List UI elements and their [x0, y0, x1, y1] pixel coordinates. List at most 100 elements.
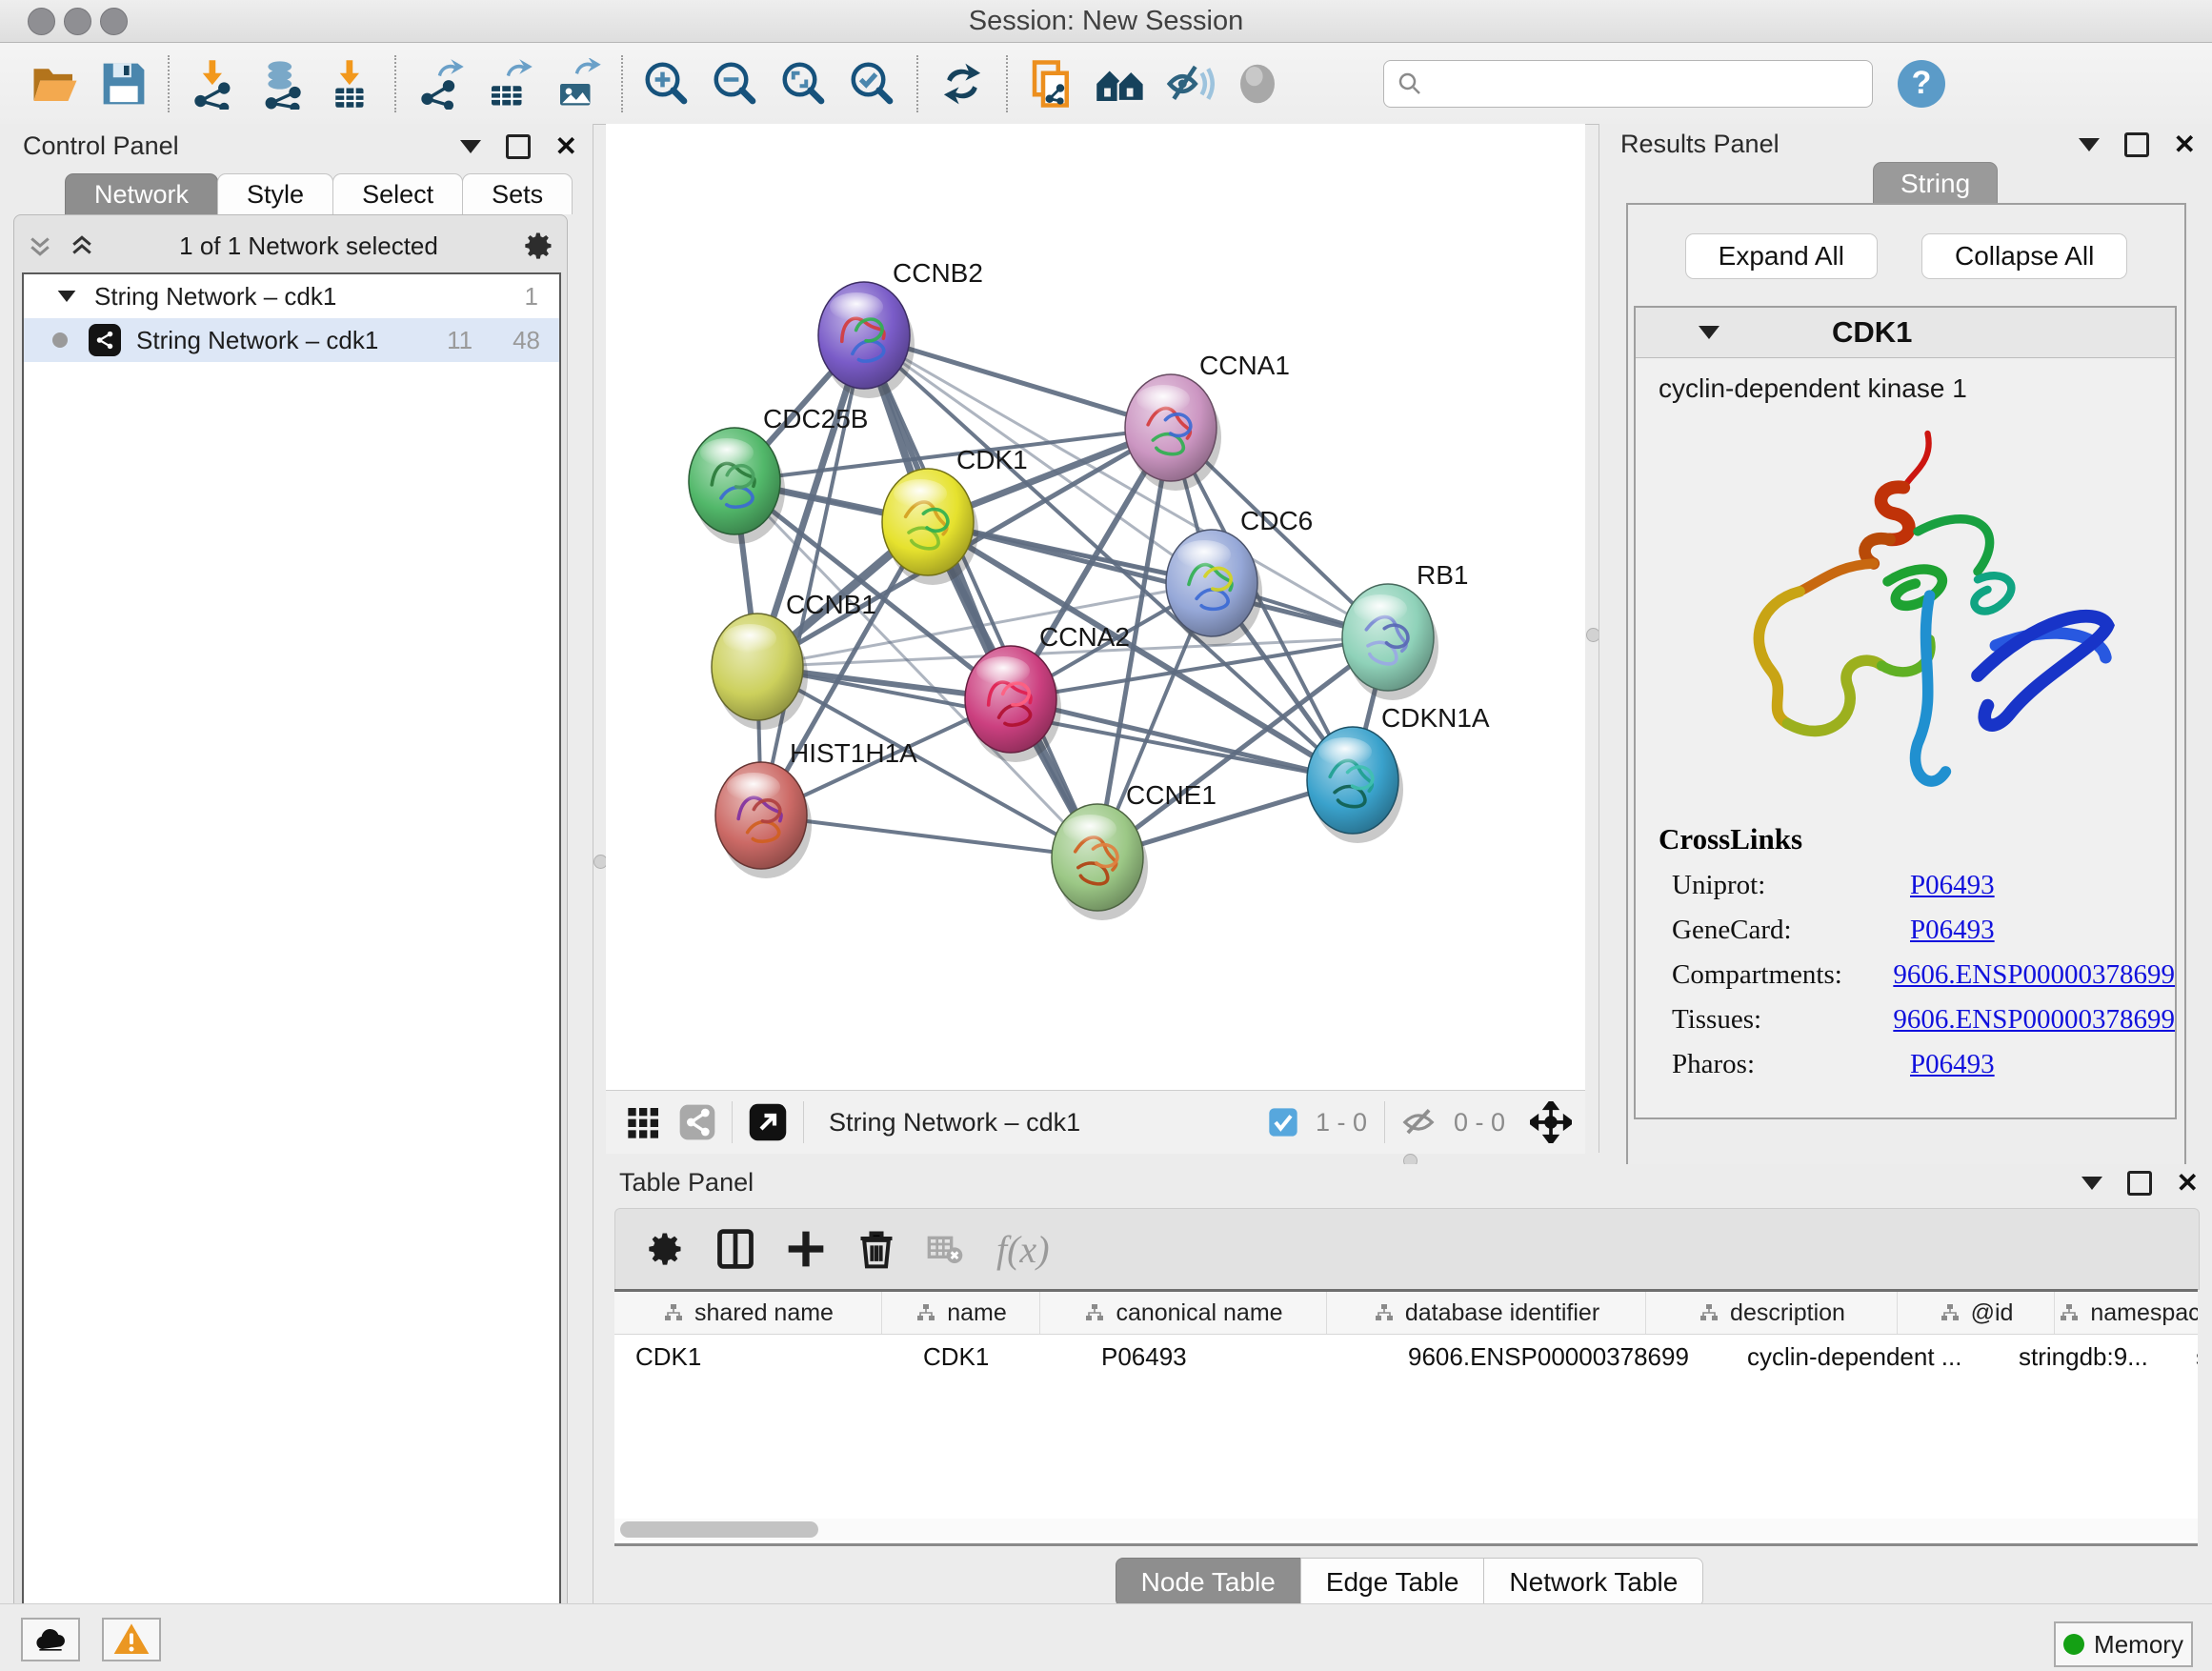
crosslink-link[interactable]: P06493 — [1910, 1049, 1995, 1080]
birdseye-view-button[interactable] — [1530, 1101, 1572, 1143]
table-cell[interactable]: CDK1 — [614, 1335, 902, 1379]
hide-graphics-details-button[interactable] — [1155, 53, 1223, 114]
column-header-name[interactable]: name — [882, 1292, 1040, 1334]
expand-all-icon[interactable] — [68, 232, 96, 260]
node-CCNB2[interactable] — [818, 282, 915, 398]
column-header-database-identifier[interactable]: database identifier — [1327, 1292, 1646, 1334]
open-in-browser-button[interactable] — [748, 1102, 788, 1142]
table-panel-close-icon[interactable]: ✕ — [2177, 1170, 2199, 1197]
import-network-database-button[interactable] — [248, 53, 316, 114]
node-table[interactable]: shared namenamecanonical namedatabase id… — [614, 1289, 2198, 1546]
tab-select[interactable]: Select — [332, 173, 463, 214]
node-RB1[interactable] — [1342, 584, 1438, 700]
scrollbar-thumb[interactable] — [620, 1521, 818, 1538]
table-cell[interactable]: P06493 — [1080, 1335, 1387, 1379]
table-panel-menu-icon[interactable] — [2081, 1177, 2102, 1190]
clone-network-button[interactable] — [1017, 53, 1086, 114]
tab-sets[interactable]: Sets — [462, 173, 573, 214]
string-view-button[interactable] — [678, 1103, 716, 1141]
tab-network-table[interactable]: Network Table — [1483, 1558, 1703, 1607]
export-table-button[interactable] — [474, 53, 543, 114]
memory-label: Memory — [2094, 1630, 2183, 1660]
column-header--id[interactable]: @id — [1898, 1292, 2055, 1334]
edge-CDK1-RB1[interactable] — [928, 522, 1388, 637]
export-network-button[interactable] — [406, 53, 474, 114]
crosslink-link[interactable]: P06493 — [1910, 915, 1995, 946]
node-HIST1H1A[interactable] — [715, 762, 812, 878]
node-CDKN1A[interactable] — [1307, 727, 1403, 843]
crosslink-link[interactable]: 9606.ENSP00000378699 — [1893, 959, 2175, 991]
open-session-button[interactable] — [21, 53, 90, 114]
results-panel-close-icon[interactable]: ✕ — [2174, 131, 2196, 158]
import-network-file-button[interactable] — [179, 53, 248, 114]
column-header-shared-name[interactable]: shared name — [614, 1292, 882, 1334]
table-panel-float-icon[interactable] — [2127, 1171, 2152, 1196]
zoom-selected-button[interactable] — [838, 53, 907, 114]
crosslink-link[interactable]: P06493 — [1910, 870, 1995, 901]
save-session-button[interactable] — [90, 53, 158, 114]
gear-icon[interactable] — [521, 229, 555, 263]
entry-collapse-icon[interactable] — [1699, 326, 1719, 339]
expand-all-button[interactable]: Expand All — [1685, 233, 1878, 279]
tab-style[interactable]: Style — [217, 173, 333, 214]
hidden-eye-icon[interactable] — [1400, 1104, 1437, 1140]
column-type-icon — [1083, 1301, 1106, 1324]
node-label-CCNA1: CCNA1 — [1199, 351, 1290, 380]
column-header-namespac[interactable]: namespac — [2055, 1292, 2198, 1334]
column-header-description[interactable]: description — [1646, 1292, 1898, 1334]
network-row-selected[interactable]: String Network – cdk1 11 48 — [24, 318, 559, 362]
show-columns-button[interactable] — [714, 1228, 756, 1270]
memory-button[interactable]: Memory — [2054, 1621, 2193, 1667]
edge-HIST1H1A-CCNE1[interactable] — [761, 815, 1097, 857]
help-button[interactable]: ? — [1898, 60, 1945, 108]
collection-expand-icon[interactable] — [58, 291, 76, 302]
table-cell[interactable]: 9606.ENSP00000378699 — [1387, 1335, 1726, 1379]
zoom-out-button[interactable] — [701, 53, 770, 114]
tab-string[interactable]: String — [1873, 162, 1998, 206]
node-CCNA1[interactable] — [1125, 374, 1221, 491]
tab-node-table[interactable]: Node Table — [1116, 1558, 1301, 1607]
table-cell[interactable]: CDK1 — [902, 1335, 1080, 1379]
warnings-button[interactable] — [102, 1618, 161, 1661]
cloud-button[interactable] — [21, 1618, 80, 1661]
table-settings-button[interactable] — [644, 1228, 686, 1270]
zoom-fit-button[interactable] — [770, 53, 838, 114]
control-panel-float-icon[interactable] — [506, 134, 531, 159]
node-CDC6[interactable] — [1166, 530, 1262, 646]
network-collection-row[interactable]: String Network – cdk1 1 — [24, 274, 559, 318]
control-panel-close-icon[interactable]: ✕ — [555, 133, 577, 160]
collapse-all-button[interactable]: Collapse All — [1921, 233, 2127, 279]
node-CCNE1[interactable] — [1052, 804, 1148, 920]
node-CDK1[interactable] — [882, 469, 978, 585]
network-overview-button[interactable] — [1086, 53, 1155, 114]
edge-CCNB2-CCNE1[interactable] — [864, 335, 1097, 857]
level-of-detail-button[interactable] — [1223, 53, 1292, 114]
tab-edge-table[interactable]: Edge Table — [1300, 1558, 1485, 1607]
results-panel-menu-icon[interactable] — [2079, 138, 2100, 151]
export-image-button[interactable] — [543, 53, 612, 114]
crosslink-link[interactable]: 9606.ENSP00000378699 — [1893, 1004, 2175, 1036]
network-canvas[interactable]: CCNB2CCNA1CDC25BCDK1CDC6RB1CCNB1CCNA2CDK… — [606, 124, 1585, 1090]
refresh-layout-button[interactable] — [928, 53, 996, 114]
delete-column-button[interactable] — [855, 1228, 897, 1270]
import-table-file-button[interactable] — [316, 53, 385, 114]
node-CCNA2[interactable] — [965, 646, 1061, 762]
table-cell[interactable]: cyclin-dependent ... — [1726, 1335, 1998, 1379]
table-cell[interactable]: stringdb — [2175, 1335, 2198, 1379]
selected-checkbox[interactable] — [1268, 1107, 1298, 1137]
control-panel-menu-icon[interactable] — [460, 140, 481, 153]
cloud-icon — [31, 1621, 70, 1659]
collapse-all-icon[interactable] — [26, 232, 54, 260]
grid-view-button[interactable] — [625, 1103, 663, 1141]
table-row[interactable]: CDK1CDK1P064939606.ENSP00000378699cyclin… — [614, 1335, 2198, 1379]
node-CDC25B[interactable] — [689, 428, 785, 544]
results-panel-float-icon[interactable] — [2124, 132, 2149, 157]
zoom-in-button[interactable] — [633, 53, 701, 114]
add-column-button[interactable] — [785, 1228, 827, 1270]
tab-network[interactable]: Network — [65, 173, 218, 214]
entry-header[interactable]: CDK1 — [1636, 308, 2175, 358]
search-input[interactable] — [1383, 60, 1873, 108]
column-header-canonical-name[interactable]: canonical name — [1040, 1292, 1327, 1334]
table-horizontal-scrollbar[interactable] — [614, 1519, 2198, 1540]
table-cell[interactable]: stringdb:9... — [1998, 1335, 2175, 1379]
